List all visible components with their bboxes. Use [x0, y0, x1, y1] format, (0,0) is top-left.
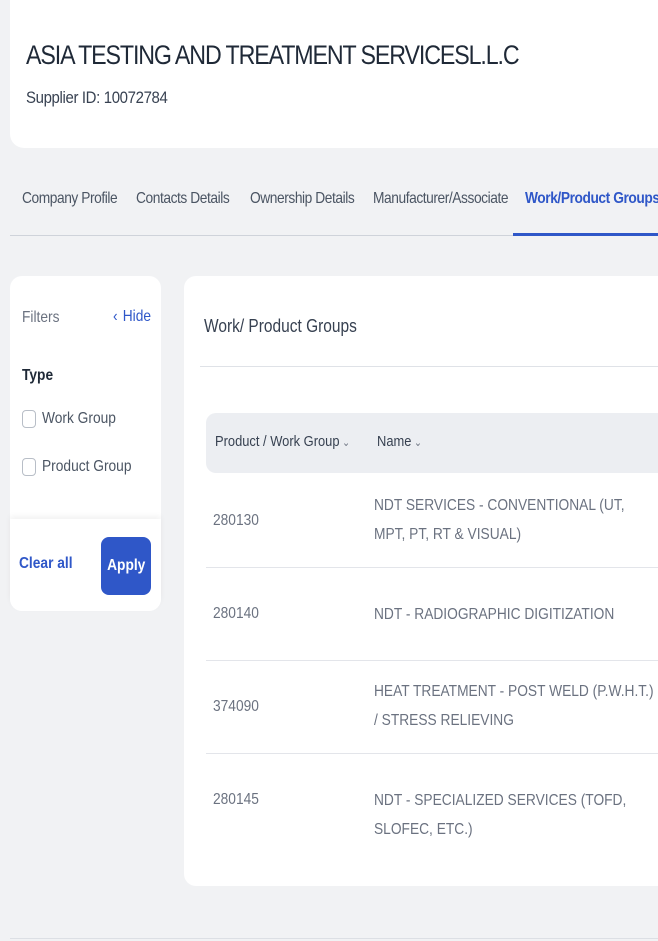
column-label-name: Name: [377, 433, 412, 450]
table-row[interactable]: 280145 NDT - SPECIALIZED SERVICES (TOFD,…: [206, 754, 658, 847]
product-group-checkbox[interactable]: [22, 458, 36, 476]
filters-title: Filters: [22, 309, 60, 326]
profile-tabs: Company Profile Contacts Details Ownersh…: [10, 172, 658, 236]
section-title: Work/ Product Groups: [204, 316, 357, 336]
type-heading: Type: [22, 367, 54, 384]
work-group-label: Work Group: [42, 410, 116, 427]
product-name: NDT - SPECIALIZED SERVICES (TOFD, SLOFEC…: [374, 792, 627, 838]
product-code: 280130: [213, 512, 259, 529]
active-tab-indicator: [513, 233, 658, 236]
hide-filters-link[interactable]: ‹ Hide: [113, 308, 151, 326]
table-header: Product / Work Group ⌄ Name ⌄: [206, 413, 658, 473]
clear-all-button[interactable]: Clear all: [19, 555, 73, 573]
filter-panel: Filters ‹ Hide Type Work Group Product Gr…: [10, 276, 161, 611]
product-code: 374090: [213, 698, 259, 715]
chevron-down-icon: ⌄: [413, 437, 422, 449]
product-name: NDT SERVICES - CONVENTIONAL (UT, MPT, PT…: [374, 497, 625, 543]
tab-work-product-groups[interactable]: Work/Product Groups: [525, 190, 658, 208]
product-group-label: Product Group: [42, 458, 132, 475]
table-row[interactable]: 280140 NDT - RADIOGRAPHIC DIGITIZATION: [206, 568, 658, 661]
column-label-product-work-group: Product / Work Group: [215, 433, 340, 450]
chevron-left-icon: ‹: [113, 308, 118, 325]
chevron-down-icon: ⌄: [342, 437, 351, 449]
supplier-header: ASIA TESTING AND TREATMENT SERVICESL.L.C…: [10, 0, 658, 148]
table-row[interactable]: 280130 NDT SERVICES - CONVENTIONAL (UT, …: [206, 475, 658, 568]
product-name: NDT - RADIOGRAPHIC DIGITIZATION: [374, 606, 615, 623]
filter-actions: Clear all Apply: [10, 519, 161, 611]
tab-company-profile[interactable]: Company Profile: [22, 190, 118, 208]
tab-manufacturer-associate[interactable]: Manufacturer/Associate: [373, 190, 509, 208]
product-name: HEAT TREATMENT - POST WELD (P.W.H.T.) / …: [374, 683, 654, 729]
table-row[interactable]: 374090 HEAT TREATMENT - POST WELD (P.W.H…: [206, 661, 658, 754]
column-header-product-work-group[interactable]: Product / Work Group ⌄: [215, 433, 350, 450]
tab-contacts-details[interactable]: Contacts Details: [136, 190, 230, 208]
company-name: ASIA TESTING AND TREATMENT SERVICESL.L.C: [26, 40, 520, 70]
section-divider: [200, 366, 658, 367]
product-group-filter[interactable]: Product Group: [22, 458, 146, 476]
tab-ownership-details[interactable]: Ownership Details: [250, 190, 355, 208]
apply-label: Apply: [106, 557, 146, 574]
apply-button[interactable]: Apply: [101, 537, 151, 595]
work-group-filter[interactable]: Work Group: [22, 410, 128, 428]
work-product-groups-panel: Work/ Product Groups Product / Work Grou…: [184, 276, 658, 886]
product-code: 280145: [213, 791, 259, 808]
page-bottom-divider: [10, 938, 658, 939]
supplier-id: Supplier ID: 10072784: [26, 88, 168, 107]
column-header-name[interactable]: Name ⌄: [377, 433, 422, 450]
product-code: 280140: [213, 605, 259, 622]
hide-label: Hide: [122, 308, 152, 325]
work-group-checkbox[interactable]: [22, 410, 36, 428]
